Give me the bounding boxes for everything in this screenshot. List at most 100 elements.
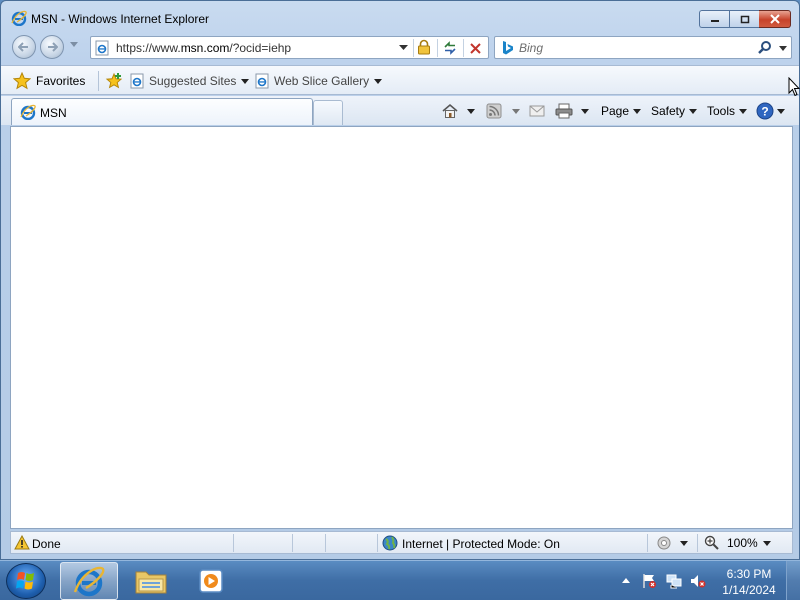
chevron-down-icon [512,108,520,114]
start-button[interactable] [6,563,46,599]
url-domain: msn.com [180,41,230,55]
pop-up-blocker-icon[interactable] [656,535,674,551]
divider [377,534,378,552]
favorites-bar: Favorites Suggested Sites Web Slice Gall… [1,65,799,95]
taskbar-internet-explorer[interactable] [60,562,118,600]
page-icon [255,73,269,89]
status-text: Done [32,537,61,551]
refresh-button[interactable] [437,39,461,57]
ie-logo-icon [73,566,105,597]
taskbar-media-player[interactable] [182,562,240,600]
network-icon[interactable] [666,573,682,589]
security-zone-text[interactable]: Internet | Protected Mode: On [402,537,560,551]
divider [647,534,648,552]
rss-feed-icon [486,103,502,119]
close-button[interactable] [759,10,791,28]
warning-icon [14,535,30,550]
mail-icon [529,105,545,117]
title-bar[interactable]: MSN - Windows Internet Explorer [1,1,799,33]
ie-logo-icon [11,10,27,26]
url-prefix: https://www. [116,41,181,55]
search-options-dropdown[interactable] [777,40,789,56]
media-player-icon [199,569,223,593]
tab-msn[interactable]: MSN [11,98,313,125]
web-page-content[interactable] [10,126,793,529]
search-icon[interactable] [757,40,773,56]
page-icon [95,40,109,56]
back-arrow-icon [18,42,28,52]
safety-menu[interactable]: Safety [651,100,698,122]
forward-arrow-icon [48,42,58,52]
chevron-down-icon [739,108,748,114]
clock-time: 6:30 PM [726,567,772,581]
divider [325,534,326,552]
taskbar: 6:30 PM 1/14/2024 [0,560,800,600]
show-desktop-button[interactable] [786,561,800,600]
divider [233,534,234,552]
folder-icon [135,571,167,594]
close-icon [769,14,780,24]
minimize-button[interactable] [699,10,729,28]
safety-menu-label: Safety [651,104,686,118]
tools-menu[interactable]: Tools [707,100,748,122]
favorites-item-label: Web Slice Gallery [274,74,370,88]
clock[interactable]: 6:30 PM 1/14/2024 [712,566,786,598]
home-icon [442,103,458,118]
recent-pages-dropdown-icon[interactable] [70,42,78,48]
favorites-item-suggested-sites[interactable]: Suggested Sites [129,70,250,92]
maximize-button[interactable] [729,10,759,28]
clock-date: 1/14/2024 [722,583,776,597]
address-history-dropdown[interactable] [396,41,410,55]
chevron-down-icon [581,108,589,114]
favorites-item-web-slice-gallery[interactable]: Web Slice Gallery [254,70,383,92]
taskbar-windows-explorer[interactable] [122,562,180,600]
read-mail-button[interactable] [529,100,545,122]
forward-button[interactable] [40,35,64,59]
show-hidden-icons-button[interactable] [621,576,637,592]
chevron-down-icon[interactable] [680,541,688,546]
divider [98,71,99,91]
zoom-icon [704,535,719,550]
favorites-item-label: Suggested Sites [149,74,237,88]
page-menu-label: Page [601,104,630,118]
print-button[interactable] [555,100,589,122]
tools-menu-label: Tools [707,104,736,118]
printer-icon [555,103,573,119]
home-button[interactable] [441,100,475,122]
help-button[interactable]: ? [756,100,785,122]
divider [292,534,293,552]
back-button[interactable] [12,35,36,59]
chevron-down-icon [241,78,250,84]
address-bar[interactable]: https://www.msn.com/?ocid=iehp [90,36,489,59]
ie-window: MSN - Windows Internet Explorer https://… [0,0,800,560]
chevron-down-icon[interactable] [763,541,771,546]
address-url[interactable]: https://www.msn.com/?ocid=iehp [116,41,291,55]
tab-bar: MSN Page Safety Tools ? [1,96,799,125]
new-tab-button[interactable] [313,100,343,125]
zoom-level[interactable]: 100% [727,536,758,550]
search-placeholder: Bing [519,41,544,55]
action-center-flag-icon[interactable] [641,573,657,589]
add-to-favorites-bar-icon[interactable] [105,72,123,90]
ie-logo-icon [20,104,36,120]
feeds-button[interactable] [486,100,520,122]
windows-logo-icon [16,572,34,590]
stop-button[interactable] [463,39,487,57]
favorites-label: Favorites [36,74,86,88]
chevron-down-icon [374,78,383,84]
chevron-down-icon [398,45,408,50]
page-menu[interactable]: Page [601,100,642,122]
chevron-down-icon [633,108,642,114]
lock-icon [418,39,430,55]
svg-text:?: ? [761,105,768,119]
divider [697,534,698,552]
globe-icon [382,535,398,551]
security-report-button[interactable] [413,39,431,57]
volume-muted-icon[interactable] [690,573,706,589]
page-icon [130,73,144,89]
window-controls [699,10,791,28]
search-box[interactable]: Bing [494,36,792,59]
mouse-pointer-icon [788,77,800,97]
favorites-button[interactable]: Favorites [13,70,85,92]
restore-icon [740,15,749,23]
